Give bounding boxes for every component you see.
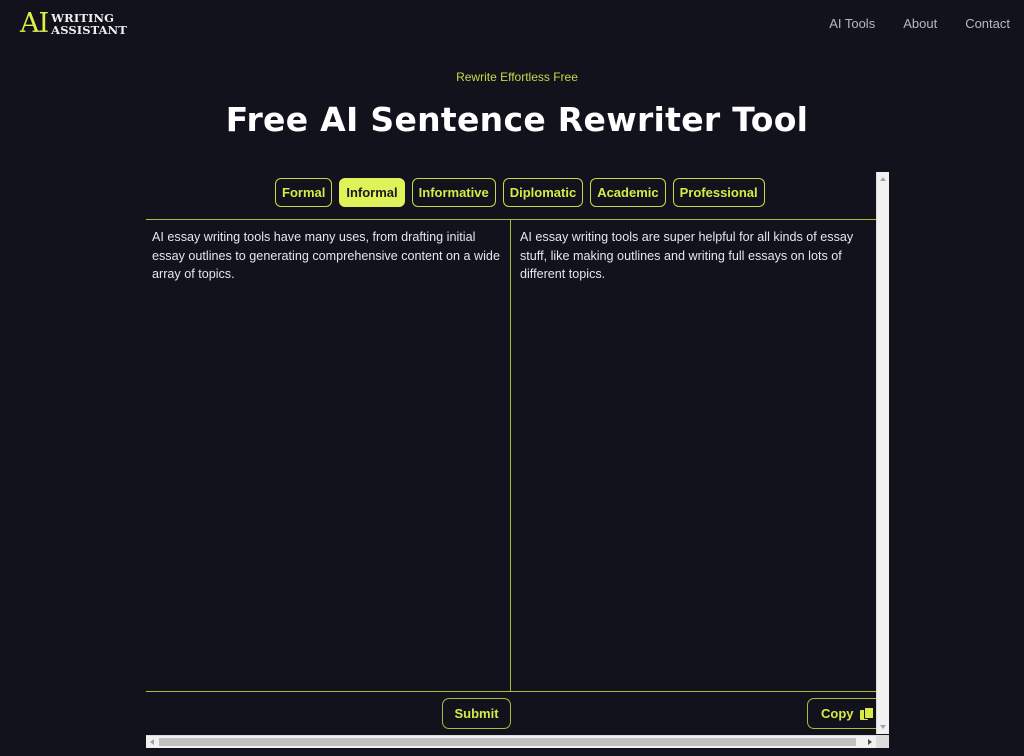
rewriter-tool-frame: Formal Informal Informative Diplomatic A… [146,172,889,748]
nav-link-contact[interactable]: Contact [965,16,1010,31]
tab-formal[interactable]: Formal [275,178,333,207]
tab-informal[interactable]: Informal [339,178,405,207]
site-header: AI WRITING ASSISTANT AI Tools About Cont… [0,0,1024,50]
input-textarea[interactable]: AI essay writing tools have many uses, f… [146,220,511,691]
logo-ai-mark: AI [20,8,49,39]
logo-line-2: ASSISTANT [51,23,127,37]
scroll-left-arrow-icon[interactable] [150,739,154,745]
nav-link-about[interactable]: About [903,16,937,31]
nav-link-ai-tools[interactable]: AI Tools [829,16,875,31]
scrollbar-corner [876,735,889,748]
copy-button-label: Copy [821,706,854,721]
logo-wordmark: WRITING ASSISTANT [51,12,127,36]
copy-icon [859,707,874,720]
page-title: Free AI Sentence Rewriter Tool [225,100,809,139]
text-panes: AI essay writing tools have many uses, f… [146,219,876,692]
tone-tabs: Formal Informal Informative Diplomatic A… [275,178,765,207]
submit-button[interactable]: Submit [442,698,511,729]
tab-informative[interactable]: Informative [411,178,496,207]
scroll-right-arrow-icon[interactable] [868,739,872,745]
output-text: AI essay writing tools are super helpful… [520,230,854,281]
vertical-scrollbar[interactable] [876,172,889,734]
main-nav: AI Tools About Contact [801,16,1010,31]
hero-subtitle: Rewrite Effortless Free [456,70,578,84]
logo[interactable]: AI WRITING ASSISTANT [20,9,127,39]
horizontal-scroll-thumb[interactable] [159,738,856,746]
scroll-up-arrow-icon[interactable] [880,177,886,181]
tab-academic[interactable]: Academic [590,178,666,207]
tab-professional[interactable]: Professional [672,178,765,207]
copy-button[interactable]: Copy [807,698,887,729]
scroll-down-arrow-icon[interactable] [880,725,886,729]
horizontal-scrollbar[interactable] [146,735,876,748]
tab-diplomatic[interactable]: Diplomatic [502,178,584,207]
